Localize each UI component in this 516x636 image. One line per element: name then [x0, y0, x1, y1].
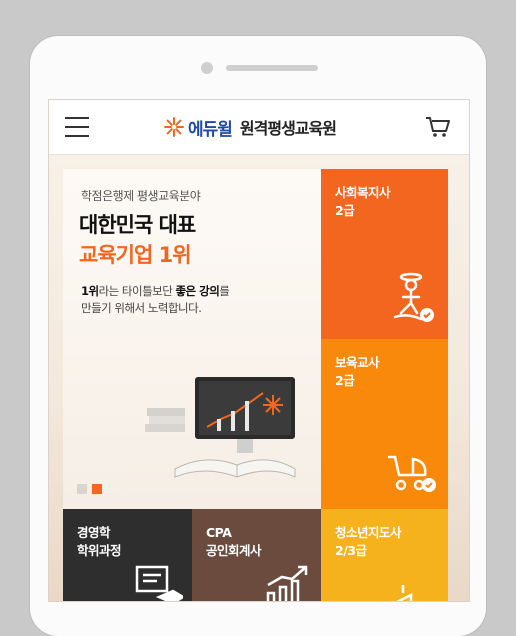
- tile-label: 경영학 학위과정: [77, 525, 122, 558]
- phone-frame: 에듀윌 원격평생교육원 학점은행제 평생교육분야 대한민국 대표 교육기업 1위…: [30, 36, 486, 636]
- top-navigation-bar: 에듀윌 원격평생교육원: [49, 100, 469, 155]
- camera-dot: [201, 62, 213, 74]
- growth-chart-icon: [266, 565, 308, 601]
- hero-title-line2: 교육기업 1위: [79, 243, 192, 267]
- tile-childcare-teacher[interactable]: 보육교사 2급: [321, 339, 448, 509]
- logo[interactable]: 에듀윌 원격평생교육원: [164, 115, 337, 140]
- brand-name: 에듀윌: [188, 119, 233, 140]
- tile-cpa[interactable]: CPA 공인회계사: [192, 509, 321, 601]
- desc-bold-1: 1위: [81, 284, 99, 298]
- hero-banner: 학점은행제 평생교육분야 대한민국 대표 교육기업 1위 1위라는 타이틀보단 …: [49, 155, 469, 601]
- tile-label: 사회복지사 2급: [335, 185, 391, 218]
- social-worker-certificate-icon: [393, 272, 434, 322]
- hero-kicker: 학점은행제 평생교육분야: [81, 189, 201, 203]
- hero-title-line1: 대한민국 대표: [79, 213, 196, 237]
- hamburger-menu-icon[interactable]: [65, 117, 89, 137]
- tile-label: CPA 공인회계사: [206, 525, 262, 558]
- hero-description: 1위라는 타이틀보단 좋은 강의를 만들기 위해서 노력합니다.: [81, 283, 281, 317]
- monitor-book-illustration: [145, 377, 296, 478]
- desc-bold-2: 좋은 강의: [175, 284, 220, 298]
- desc-text-1: 라는 타이틀보단: [98, 284, 176, 298]
- slide-dot-2[interactable]: [92, 484, 102, 494]
- tile-youth-instructor[interactable]: 청소년지도사 2/3급: [321, 509, 448, 601]
- tile-business-degree[interactable]: 경영학 학위과정: [63, 509, 192, 601]
- hero-slide[interactable]: 학점은행제 평생교육분야 대한민국 대표 교육기업 1위 1위라는 타이틀보단 …: [63, 169, 321, 509]
- slide-dot-1[interactable]: [77, 484, 87, 494]
- app-screen: 에듀윌 원격평생교육원 학점은행제 평생교육분야 대한민국 대표 교육기업 1위…: [48, 99, 470, 602]
- slide-indicators: [77, 484, 107, 494]
- building-certificate-icon: [396, 585, 413, 601]
- eduwill-sun-logo-icon: [164, 117, 184, 137]
- desc-text-2: 를: [219, 284, 230, 298]
- speaker-slot: [226, 65, 318, 71]
- cart-icon[interactable]: [425, 115, 451, 139]
- service-name: 원격평생교육원: [239, 119, 337, 138]
- lecture-board-icon: [135, 565, 183, 601]
- desc-text-3: 만들기 위해서 노력합니다.: [81, 301, 202, 315]
- stroller-certificate-icon: [387, 455, 436, 492]
- tile-label: 보육교사 2급: [335, 355, 380, 388]
- tile-label: 청소년지도사 2/3급: [335, 525, 402, 558]
- tile-social-worker[interactable]: 사회복지사 2급: [321, 169, 448, 339]
